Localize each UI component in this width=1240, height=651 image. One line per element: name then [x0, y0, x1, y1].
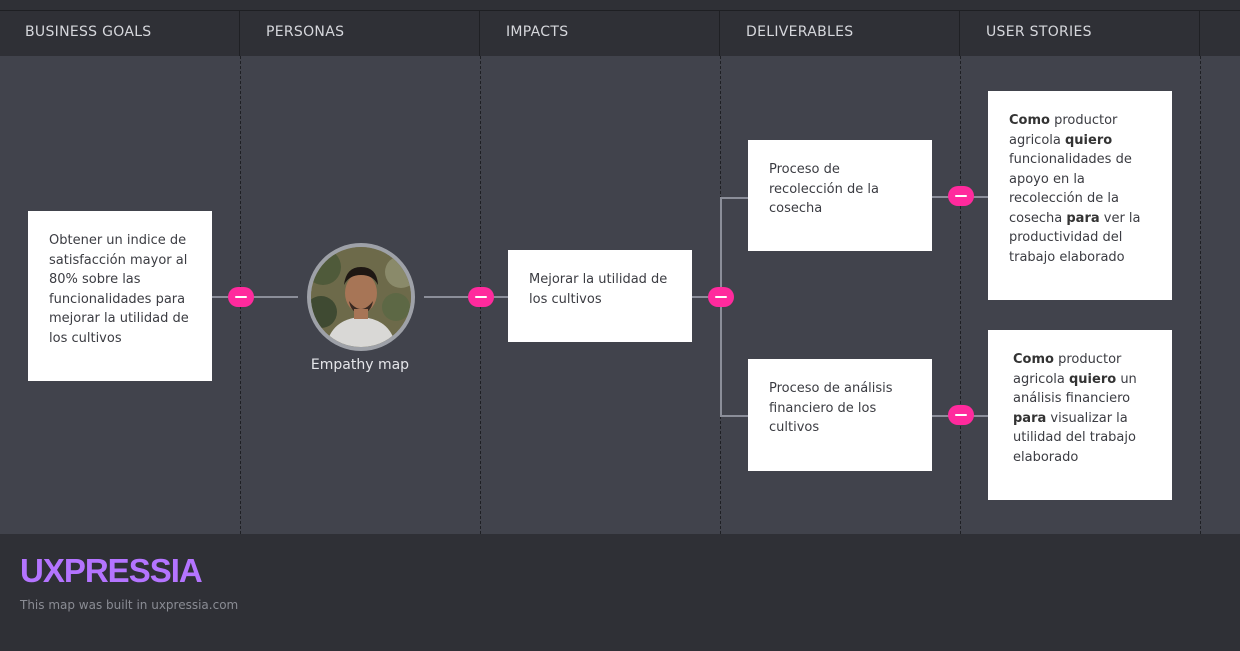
story-want-keyword: quiero	[1069, 371, 1117, 387]
impact-text: Mejorar la utilidad de los cultivos	[529, 272, 668, 307]
footer-credit: This map was built in uxpressia.com	[20, 598, 239, 612]
column-header-user-stories[interactable]: USER STORIES	[960, 11, 1200, 56]
column-header-business-goals[interactable]: BUSINESS GOALS	[0, 11, 240, 56]
connector-line	[212, 296, 298, 298]
collapse-toggle-button[interactable]	[468, 287, 494, 307]
column-divider	[960, 56, 961, 534]
column-divider	[1200, 56, 1201, 534]
column-header-personas[interactable]: PERSONAS	[240, 11, 480, 56]
persona-photo	[311, 247, 411, 347]
column-header-deliverables[interactable]: DELIVERABLES	[720, 11, 960, 56]
connector-line	[720, 197, 748, 199]
business-goal-text: Obtener un indice de satisfacción mayor …	[49, 233, 189, 346]
deliverable-card[interactable]: Proceso de recolección de la cosecha	[748, 140, 932, 251]
column-header-impacts[interactable]: IMPACTS	[480, 11, 720, 56]
collapse-toggle-button[interactable]	[948, 186, 974, 206]
top-bar	[0, 0, 1240, 11]
connector-line	[424, 296, 508, 298]
collapse-toggle-button[interactable]	[948, 405, 974, 425]
collapse-toggle-button[interactable]	[708, 287, 734, 307]
user-story-card[interactable]: Como productor agricola quiero un anális…	[988, 330, 1172, 500]
footer: UXPRESSIA This map was built in uxpressi…	[0, 534, 1240, 651]
persona-label[interactable]: Empathy map	[285, 357, 435, 373]
story-as-keyword: Como	[1013, 352, 1054, 367]
deliverable-card[interactable]: Proceso de análisis financiero de los cu…	[748, 359, 932, 471]
column-header-row: BUSINESS GOALS PERSONAS IMPACTS DELIVERA…	[0, 11, 1240, 56]
collapse-toggle-button[interactable]	[228, 287, 254, 307]
business-goal-card[interactable]: Obtener un indice de satisfacción mayor …	[28, 211, 212, 381]
user-story-card[interactable]: Como productor agricola quiero funcional…	[988, 91, 1172, 300]
story-so-keyword: para	[1066, 210, 1100, 226]
story-want-keyword: quiero	[1065, 132, 1113, 148]
story-so-keyword: para	[1013, 410, 1047, 426]
deliverable-text: Proceso de recolección de la cosecha	[769, 162, 879, 216]
column-header-extra	[1200, 11, 1240, 56]
uxpressia-logo[interactable]: UXPRESSIA	[20, 552, 203, 590]
impact-card[interactable]: Mejorar la utilidad de los cultivos	[508, 250, 692, 342]
persona-avatar[interactable]	[307, 243, 415, 351]
story-as-keyword: Como	[1009, 113, 1050, 128]
map-canvas: Obtener un indice de satisfacción mayor …	[0, 56, 1240, 534]
connector-line	[720, 415, 748, 417]
deliverable-text: Proceso de análisis financiero de los cu…	[769, 381, 893, 435]
